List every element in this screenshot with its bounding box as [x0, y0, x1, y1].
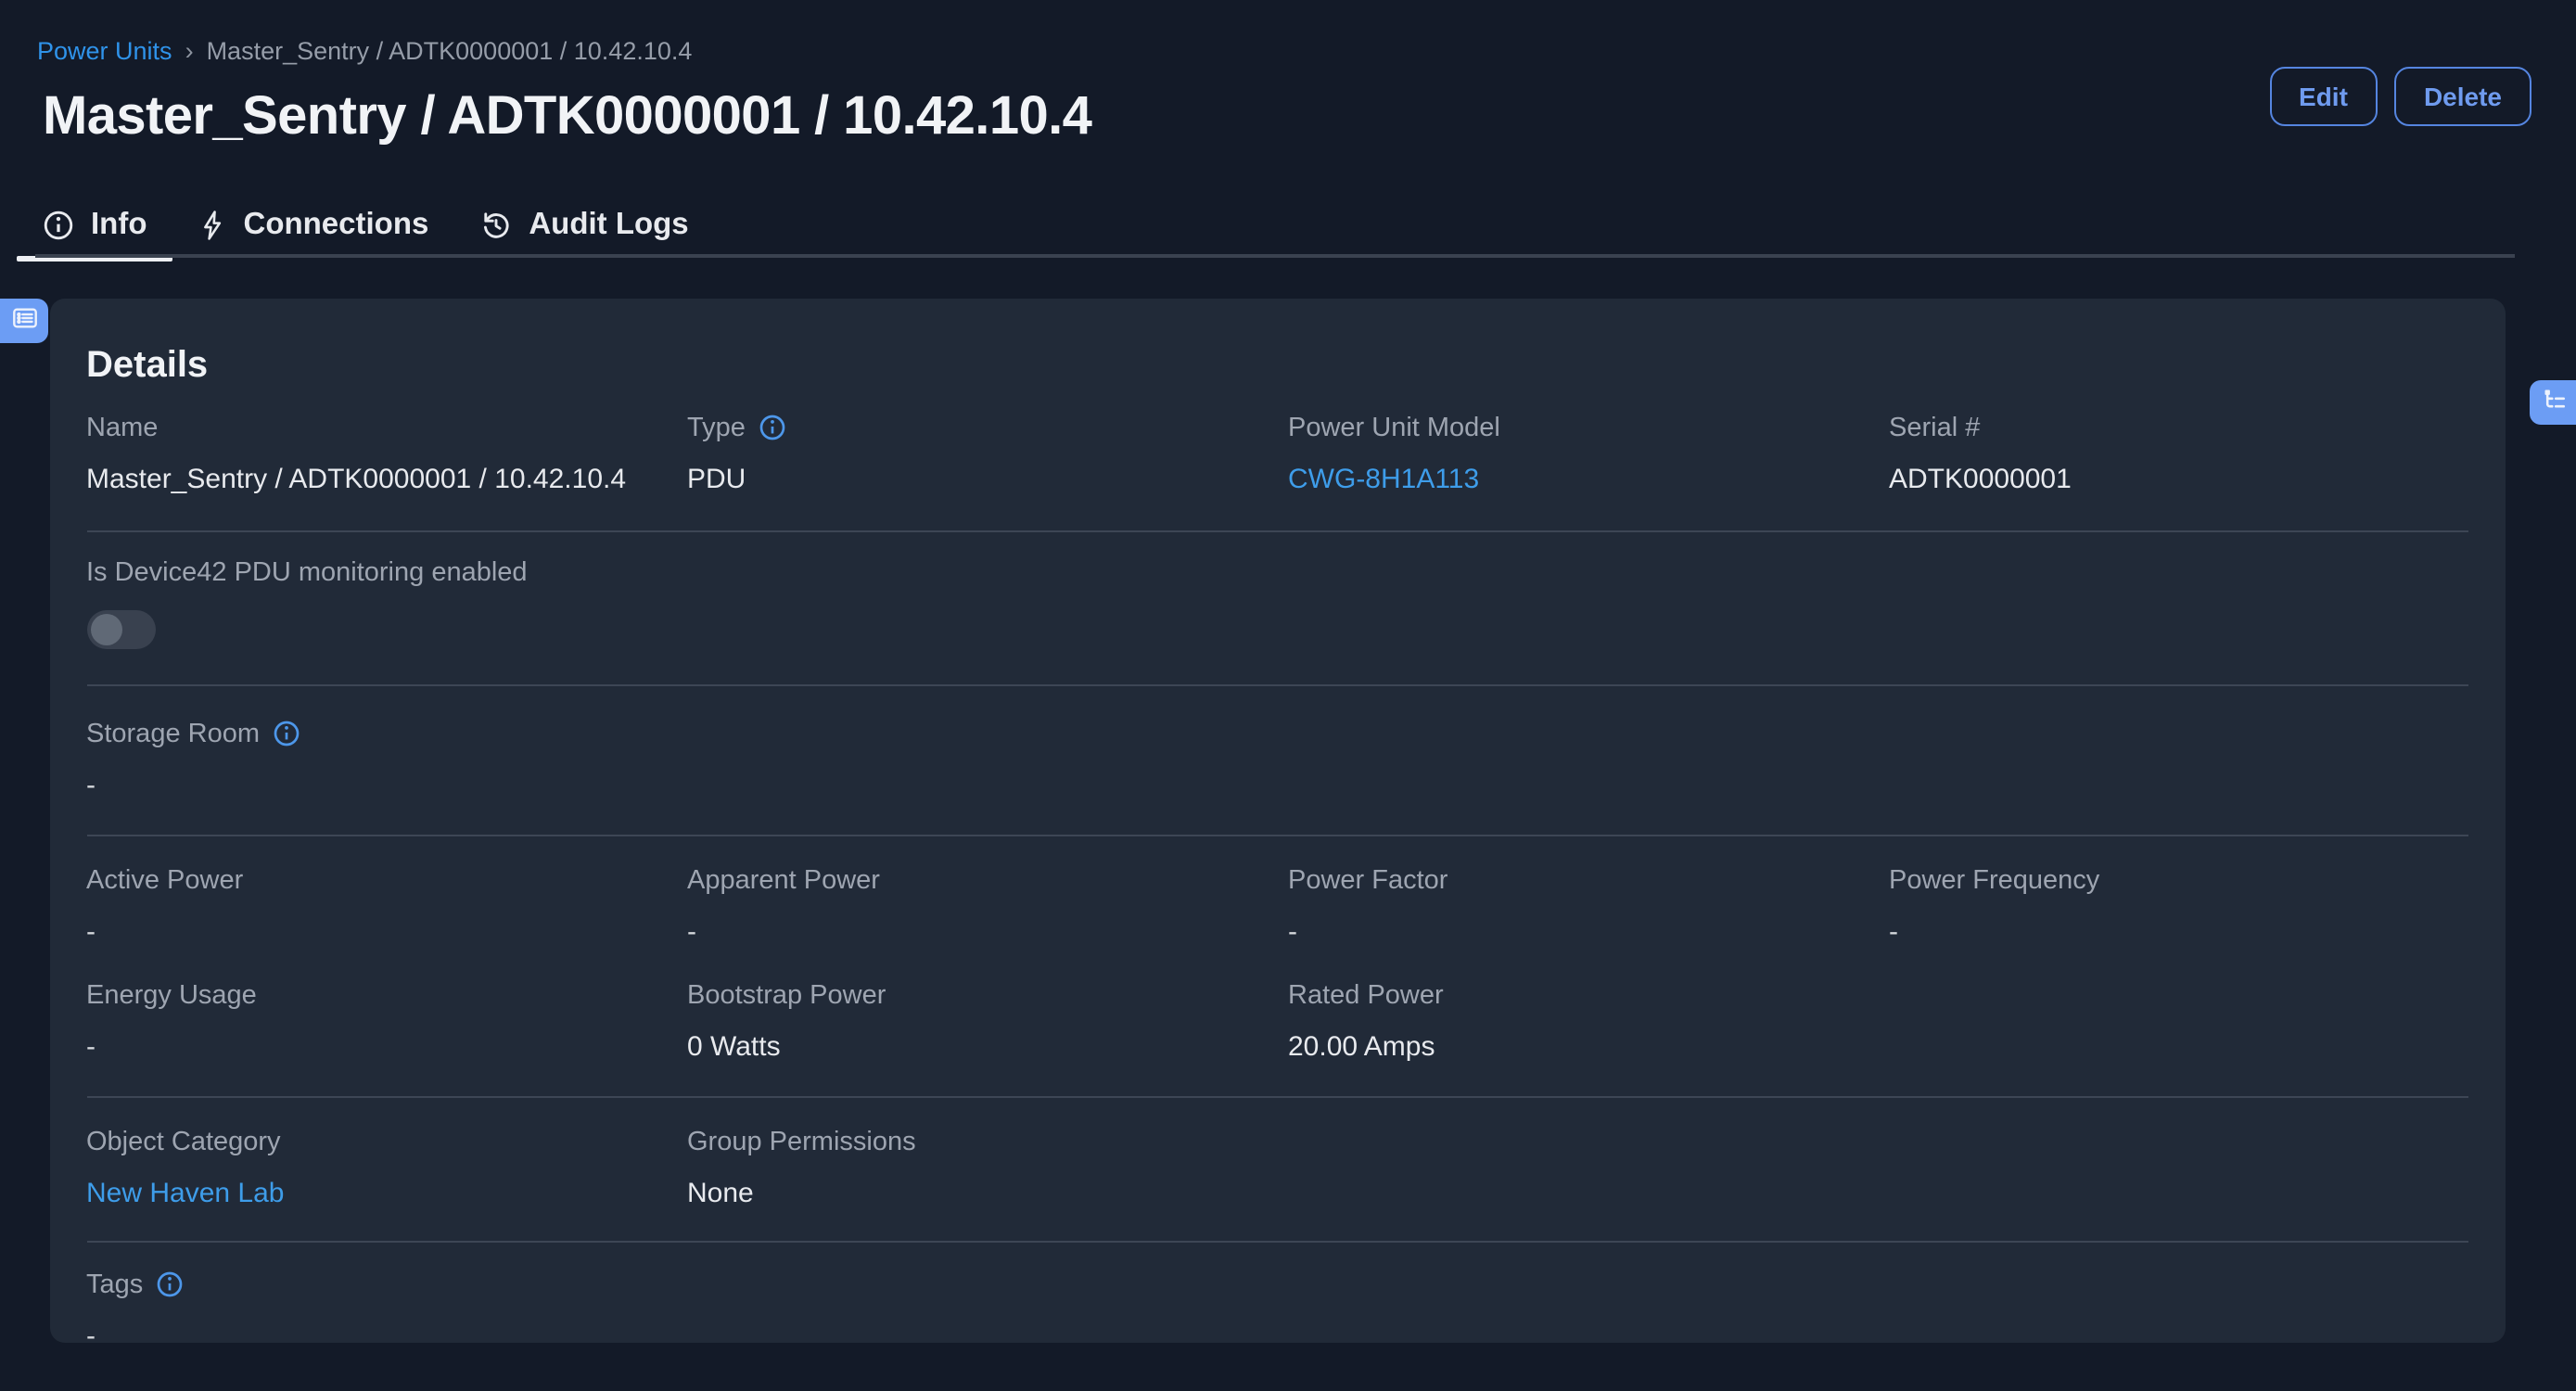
type-label: Type	[687, 413, 746, 442]
list-view-button[interactable]	[0, 299, 48, 343]
active-power-value: -	[86, 915, 665, 949]
tab-audit-logs[interactable]: Audit Logs	[454, 193, 714, 256]
tab-bar-divider	[35, 254, 2515, 258]
object-category-link[interactable]: New Haven Lab	[86, 1177, 284, 1208]
breadcrumb-current: Master_Sentry / ADTK0000001 / 10.42.10.4	[207, 37, 693, 65]
power-factor-value: -	[1288, 915, 1867, 949]
field-power-frequency: Power Frequency -	[1889, 865, 2468, 949]
storage-room-label: Storage Room	[86, 719, 260, 748]
toggle-knob	[90, 613, 121, 644]
info-icon[interactable]	[759, 414, 786, 441]
serial-value: ADTK0000001	[1889, 463, 2468, 496]
tab-audit-logs-label: Audit Logs	[529, 207, 688, 242]
info-icon[interactable]	[156, 1270, 184, 1298]
lightning-icon	[199, 209, 227, 240]
field-energy-usage: Energy Usage -	[86, 980, 665, 1064]
name-label: Name	[86, 413, 158, 442]
tab-connections-label: Connections	[244, 207, 429, 242]
active-power-label: Active Power	[86, 865, 243, 895]
info-icon	[43, 209, 74, 240]
serial-label: Serial #	[1889, 413, 1980, 442]
monitoring-label: Is Device42 PDU monitoring enabled	[86, 557, 528, 587]
power-metrics-row-1: Active Power - Apparent Power - Power Fa…	[86, 865, 2468, 949]
breadcrumb-link-power-units[interactable]: Power Units	[37, 37, 172, 65]
list-icon	[10, 304, 38, 338]
field-power-factor: Power Factor -	[1288, 865, 1867, 949]
tags-value: -	[86, 1320, 2468, 1353]
history-icon	[480, 209, 512, 240]
header-actions: Edit Delete	[2269, 67, 2531, 126]
bootstrap-power-value: 0 Watts	[687, 1030, 1266, 1064]
field-empty	[1889, 980, 2468, 1064]
tags-label: Tags	[86, 1270, 143, 1299]
section-monitoring: Is Device42 PDU monitoring enabled	[86, 530, 2468, 683]
field-name: Name Master_Sentry / ADTK0000001 / 10.42…	[86, 413, 665, 496]
name-value: Master_Sentry / ADTK0000001 / 10.42.10.4	[86, 463, 665, 496]
delete-button[interactable]: Delete	[2394, 67, 2531, 126]
rated-power-label: Rated Power	[1288, 980, 1444, 1010]
power-unit-detail-page: Power Units › Master_Sentry / ADTK000000…	[0, 0, 2576, 1391]
tree-view-button[interactable]	[2530, 380, 2576, 425]
energy-usage-label: Energy Usage	[86, 980, 257, 1010]
energy-usage-value: -	[86, 1030, 665, 1064]
info-icon[interactable]	[273, 720, 300, 747]
pdu-monitoring-toggle[interactable]	[86, 609, 155, 648]
breadcrumb-separator: ›	[185, 37, 194, 65]
details-card: Details Name Master_Sentry / ADTK0000001…	[49, 298, 2505, 1342]
field-active-power: Active Power -	[86, 865, 665, 949]
page-title: Master_Sentry / ADTK0000001 / 10.42.10.4	[43, 87, 1091, 147]
field-type: Type PDU	[687, 413, 1266, 496]
storage-room-value: -	[86, 769, 2468, 802]
field-group-permissions: Group Permissions None	[687, 1127, 1266, 1210]
details-title: Details	[86, 298, 2468, 387]
section-category: Object Category New Haven Lab Group Perm…	[86, 1095, 2468, 1240]
power-unit-model-label: Power Unit Model	[1288, 413, 1500, 442]
tree-icon	[2540, 386, 2568, 419]
field-apparent-power: Apparent Power -	[687, 865, 1266, 949]
object-category-label: Object Category	[86, 1127, 281, 1156]
group-permissions-value: None	[687, 1177, 1266, 1210]
apparent-power-label: Apparent Power	[687, 865, 880, 895]
group-permissions-label: Group Permissions	[687, 1127, 916, 1156]
apparent-power-value: -	[687, 915, 1266, 949]
power-frequency-value: -	[1889, 915, 2468, 949]
field-bootstrap-power: Bootstrap Power 0 Watts	[687, 980, 1266, 1064]
tab-info[interactable]: Info	[17, 193, 173, 256]
field-rated-power: Rated Power 20.00 Amps	[1288, 980, 1867, 1064]
field-power-unit-model: Power Unit Model CWG-8H1A113	[1288, 413, 1867, 496]
section-tags: Tags -	[86, 1240, 2468, 1353]
section-storage-room: Storage Room -	[86, 683, 2468, 834]
bootstrap-power-label: Bootstrap Power	[687, 980, 886, 1010]
breadcrumb: Power Units › Master_Sentry / ADTK000000…	[37, 37, 692, 65]
type-value: PDU	[687, 463, 1266, 496]
section-power-metrics: Active Power - Apparent Power - Power Fa…	[86, 834, 2468, 1095]
tab-bar: Info Connections Audit Logs	[17, 193, 715, 256]
power-frequency-label: Power Frequency	[1889, 865, 2099, 895]
field-object-category: Object Category New Haven Lab	[86, 1127, 665, 1210]
rated-power-value: 20.00 Amps	[1288, 1030, 1867, 1064]
field-serial: Serial # ADTK0000001	[1889, 413, 2468, 496]
power-factor-label: Power Factor	[1288, 865, 1447, 895]
section-identity: Name Master_Sentry / ADTK0000001 / 10.42…	[86, 413, 2468, 530]
edit-button[interactable]: Edit	[2269, 67, 2378, 126]
power-metrics-row-2: Energy Usage - Bootstrap Power 0 Watts R…	[86, 980, 2468, 1064]
power-unit-model-link[interactable]: CWG-8H1A113	[1288, 463, 1479, 494]
tab-info-label: Info	[91, 207, 147, 242]
tab-connections[interactable]: Connections	[173, 193, 455, 256]
